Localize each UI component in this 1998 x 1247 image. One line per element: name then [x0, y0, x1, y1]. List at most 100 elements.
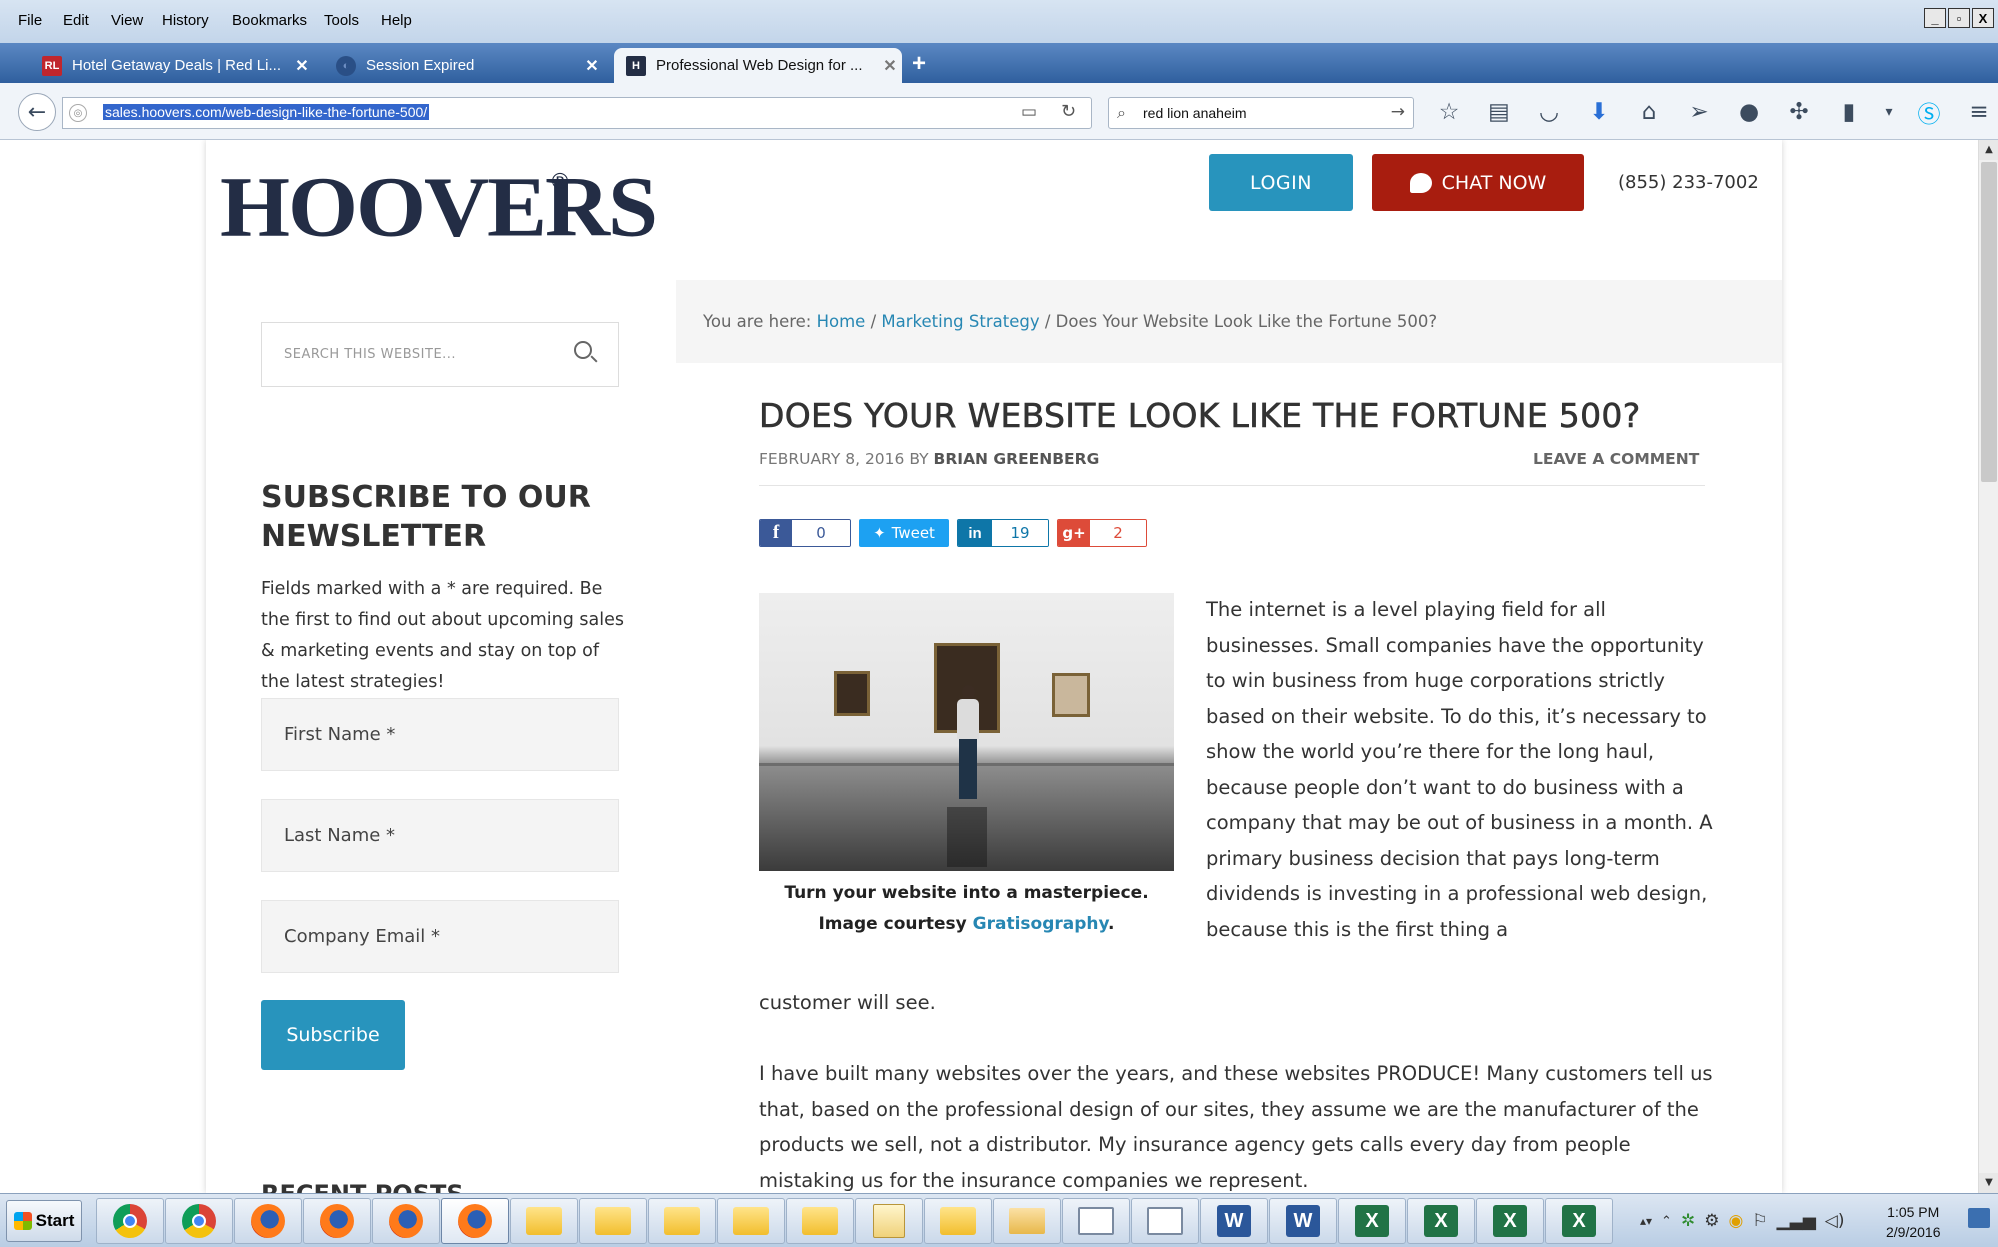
volume-icon[interactable]: ◁) [1825, 1211, 1845, 1231]
linkedin-share-button[interactable]: in 19 [957, 519, 1049, 547]
taskbar-app-mail[interactable] [993, 1198, 1061, 1244]
url-text[interactable]: sales.hoovers.com/web-design-like-the-fo… [103, 104, 430, 120]
taskbar-app-excel[interactable]: X [1545, 1198, 1613, 1244]
menu-help[interactable]: Help [381, 12, 412, 29]
search-bar[interactable]: ⌕ red lion anaheim → [1108, 97, 1414, 129]
first-name-field[interactable]: First Name * [261, 698, 619, 771]
facebook-share-button[interactable]: f 0 [759, 519, 851, 547]
scroll-thumb[interactable] [1981, 162, 1997, 482]
firefox-icon [389, 1204, 423, 1238]
flag-icon[interactable]: ⚐ [1752, 1211, 1767, 1231]
tweet-button[interactable]: ✦ Tweet [859, 519, 949, 547]
taskbar-app-firefox[interactable] [303, 1198, 371, 1244]
reader-view-icon[interactable]: ▭ [1021, 102, 1037, 122]
menu-icon[interactable]: ≡ [1954, 99, 1998, 125]
phone-number[interactable]: (855) 233-7002 [1618, 172, 1759, 193]
menu-tools[interactable]: Tools [324, 12, 359, 29]
menu-file[interactable]: File [18, 12, 42, 29]
send-icon[interactable]: ➢ [1674, 99, 1724, 125]
menu-edit[interactable]: Edit [63, 12, 89, 29]
tab-hotel-getaway[interactable]: RL Hotel Getaway Deals | Red Li... ✕ [30, 48, 314, 83]
taskbar-app-excel[interactable]: X [1407, 1198, 1475, 1244]
show-desktop-button[interactable] [1968, 1208, 1990, 1228]
search-icon[interactable] [574, 341, 592, 359]
back-button[interactable]: ← [18, 93, 56, 131]
close-icon[interactable]: ✕ [580, 56, 604, 76]
menu-bookmarks[interactable]: Bookmarks [232, 12, 307, 29]
image-caption: Turn your website into a masterpiece. Im… [759, 878, 1174, 940]
signal-icon[interactable]: ▁▃▅ [1777, 1211, 1816, 1231]
menu-history[interactable]: History [162, 12, 209, 29]
usb-icon[interactable]: ⚙ [1704, 1211, 1719, 1231]
post-author-link[interactable]: BRIAN GREENBERG [934, 450, 1100, 468]
new-tab-button[interactable]: + [912, 50, 926, 78]
tray-expand-icon[interactable]: ⌃ [1661, 1214, 1672, 1229]
breadcrumb-category-link[interactable]: Marketing Strategy [881, 312, 1039, 331]
taskbar-app-folder[interactable] [786, 1198, 854, 1244]
taskbar-app-excel[interactable]: X [1338, 1198, 1406, 1244]
last-name-field[interactable]: Last Name * [261, 799, 619, 872]
system-clock[interactable]: 1:05 PM 2/9/2016 [1886, 1202, 1941, 1242]
chat-now-button[interactable]: CHAT NOW [1372, 154, 1584, 211]
taskbar-app-notes[interactable] [855, 1198, 923, 1244]
taskbar-app-firefox[interactable] [234, 1198, 302, 1244]
taskbar-app-chrome[interactable] [165, 1198, 233, 1244]
bookmarks-list-icon[interactable]: ▤ [1474, 99, 1524, 125]
breadcrumb-home-link[interactable]: Home [817, 312, 866, 331]
taskbar-app-window[interactable] [1131, 1198, 1199, 1244]
restore-button[interactable]: ▫ [1948, 8, 1970, 28]
reload-icon[interactable]: ↻ [1061, 101, 1076, 122]
star-icon[interactable]: ☆ [1424, 99, 1474, 125]
taskbar-app-folder[interactable] [648, 1198, 716, 1244]
close-icon[interactable]: ✕ [290, 56, 314, 76]
pocket-icon[interactable]: ◡ [1524, 99, 1574, 125]
chat-bubble-icon[interactable]: ● [1724, 99, 1774, 125]
hoovers-icon: H [626, 55, 646, 76]
taskbar-scroll-icon[interactable]: ▴▾ [1640, 1214, 1652, 1228]
tab-professional-web-design[interactable]: H Professional Web Design for ... ✕ [614, 48, 902, 83]
site-search-input[interactable]: SEARCH THIS WEBSITE... [261, 322, 619, 387]
company-email-field[interactable]: Company Email * [261, 900, 619, 973]
download-icon[interactable]: ⬇ [1574, 99, 1624, 125]
start-button[interactable]: Start [6, 1200, 82, 1242]
clipboard-icon[interactable]: ▮ [1824, 99, 1874, 125]
warning-icon[interactable]: ◉ [1728, 1211, 1743, 1231]
minimize-button[interactable]: _ [1924, 8, 1946, 28]
scroll-down-icon[interactable]: ▼ [1979, 1173, 1998, 1193]
subscribe-button[interactable]: Subscribe [261, 1000, 405, 1070]
google-plus-share-button[interactable]: g+ 2 [1057, 519, 1147, 547]
facebook-count: 0 [792, 520, 850, 546]
taskbar-app-folder[interactable] [717, 1198, 785, 1244]
taskbar-app-excel[interactable]: X [1476, 1198, 1544, 1244]
address-bar[interactable]: ◎ sales.hoovers.com/web-design-like-the-… [62, 97, 1092, 129]
taskbar-app-firefox[interactable] [372, 1198, 440, 1244]
taskbar-app-folder[interactable] [924, 1198, 992, 1244]
taskbar-app-folder[interactable] [510, 1198, 578, 1244]
search-value[interactable]: red lion anaheim [1143, 105, 1247, 121]
close-window-button[interactable]: X [1972, 8, 1994, 28]
taskbar-app-word[interactable]: W [1269, 1198, 1337, 1244]
dropdown-icon[interactable]: ▾ [1874, 104, 1904, 120]
leave-comment-link[interactable]: LEAVE A COMMENT [1533, 450, 1699, 468]
menu-view[interactable]: View [111, 12, 143, 29]
taskbar-app-word[interactable]: W [1200, 1198, 1268, 1244]
page-scrollbar[interactable]: ▲ ▼ [1978, 140, 1998, 1193]
puzzle-icon[interactable]: ✣ [1774, 99, 1824, 125]
close-icon[interactable]: ✕ [878, 56, 902, 76]
scroll-up-icon[interactable]: ▲ [1979, 140, 1998, 160]
login-button[interactable]: LOGIN [1209, 154, 1353, 211]
taskbar-app-window[interactable] [1062, 1198, 1130, 1244]
home-icon[interactable]: ⌂ [1624, 99, 1674, 125]
post-date: FEBRUARY 8, 2016 [759, 450, 905, 468]
taskbar-app-chrome[interactable] [96, 1198, 164, 1244]
last-name-placeholder: Last Name * [284, 825, 396, 846]
arrow-right-icon[interactable]: → [1391, 102, 1405, 122]
gratisography-link[interactable]: Gratisography [973, 914, 1108, 934]
tab-session-expired[interactable]: ◐ Session Expired ✕ [324, 48, 604, 83]
taskbar-app-folder[interactable] [579, 1198, 647, 1244]
taskbar-app-firefox-active[interactable] [441, 1198, 509, 1244]
network-app-icon[interactable]: ✲ [1681, 1211, 1695, 1231]
firefox-icon [320, 1204, 354, 1238]
clock-time: 1:05 PM [1887, 1204, 1940, 1220]
skype-icon[interactable]: Ⓢ [1904, 95, 1954, 129]
